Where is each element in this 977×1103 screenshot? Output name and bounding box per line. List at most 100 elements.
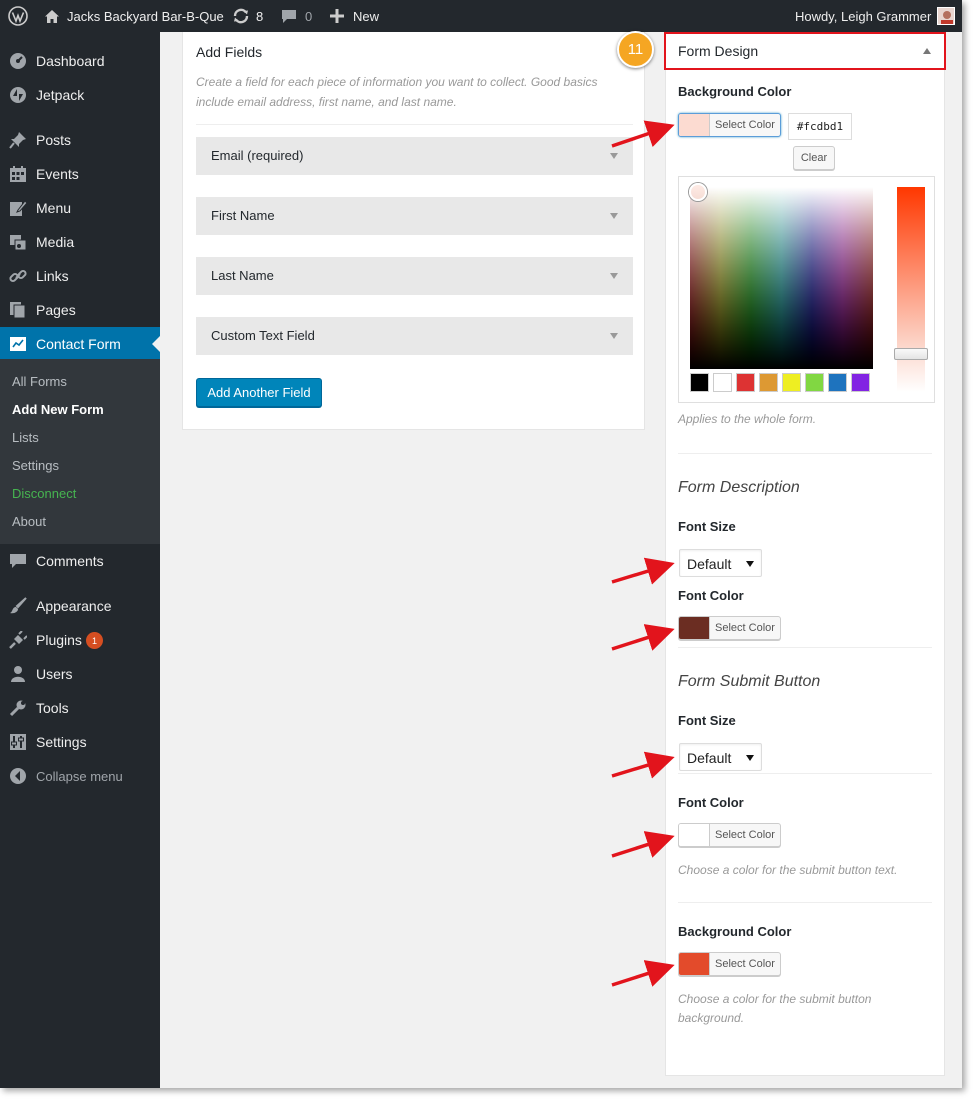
edit-icon [9,199,28,217]
caret-down-icon [610,333,618,339]
palette-swatch[interactable] [690,373,709,392]
jetpack-icon [9,86,27,104]
arrow-to-description-font-size [611,557,675,585]
submit-font-color-help: Choose a color for the submit button tex… [678,863,898,877]
sidebar-item-menu[interactable]: Menu [0,191,160,225]
settings-icon [9,733,27,751]
field-row-last-name[interactable]: Last Name [196,257,633,295]
description-font-color-button[interactable]: Select Color [678,616,781,640]
submit-font-color-button[interactable]: Select Color [678,823,781,847]
submit-font-color-swatch [679,824,710,846]
field-row-first-name[interactable]: First Name [196,197,633,235]
arrow-to-submit-font-color [611,831,675,858]
site-home-link[interactable]: Jacks Backyard Bar-B-Que [44,0,224,32]
divider [678,647,932,648]
submenu-lists[interactable]: Lists [12,430,39,445]
palette-swatch[interactable] [805,373,824,392]
palette-swatch[interactable] [828,373,847,392]
sidebar-item-users[interactable]: Users [0,657,160,691]
palette-swatch[interactable] [713,373,732,392]
sidebar-item-media[interactable]: Media [0,225,160,259]
form-description-heading: Form Description [678,479,800,496]
submit-background-color-help: Choose a color for the submit button bac… [678,992,872,1025]
sidebar-item-comments[interactable]: Comments [0,544,160,578]
background-color-label: Background Color [678,84,792,99]
description-font-size-label: Font Size [678,519,736,534]
description-font-color-swatch [679,617,710,639]
collapse-icon [9,767,27,785]
palette-swatch[interactable] [782,373,801,392]
color-picker [678,176,935,403]
field-row-custom-text[interactable]: Custom Text Field [196,317,633,355]
submit-background-color-button[interactable]: Select Color [678,952,781,976]
submenu-disconnect[interactable]: Disconnect [12,486,76,501]
sidebar-item-contact-form[interactable]: Contact Form [0,327,160,361]
palette-swatch[interactable] [736,373,755,392]
new-content-link[interactable]: New [330,0,379,32]
collapse-section-toggle[interactable] [923,48,931,54]
submit-background-color-swatch [679,953,710,975]
avatar [937,7,956,25]
my-account-link[interactable]: Howdy, Leigh Grammer [795,0,956,32]
sidebar-item-dashboard[interactable]: Dashboard [0,44,160,78]
pages-icon [9,301,27,319]
brush-icon [9,597,27,615]
link-icon [9,267,27,285]
sidebar-item-events[interactable]: Events [0,157,160,191]
sidebar-item-settings[interactable]: Settings [0,725,160,759]
collapse-menu-button[interactable]: Collapse menu [0,759,160,793]
sidebar-item-pages[interactable]: Pages [0,293,160,327]
divider [678,453,932,454]
contact-form-icon [9,335,27,353]
color-lightness-slider[interactable] [894,187,928,392]
admin-sidebar: Dashboard Jetpack Posts Events Menu Medi… [0,32,160,1088]
description-font-color-label: Font Color [678,588,744,603]
submenu-settings[interactable]: Settings [12,458,59,473]
arrow-to-submit-font-size [611,751,675,779]
description-font-size-select[interactable]: Default [679,549,762,577]
palette-swatch[interactable] [851,373,870,392]
plugins-update-badge: 1 [86,632,103,649]
background-color-hex-input[interactable]: #fcdbd1 [788,113,852,140]
color-picker-handle[interactable] [689,183,707,201]
submenu-all-forms[interactable]: All Forms [12,374,67,389]
color-palette [690,373,870,392]
comments-link[interactable]: 0 [281,0,312,32]
home-icon [44,9,60,24]
sidebar-item-links[interactable]: Links [0,259,160,293]
screenshot-frame: Jacks Backyard Bar-B-Que 8 0 New Howdy, … [0,0,962,1088]
updates-icon [232,8,250,24]
submit-font-color-label: Font Color [678,795,744,810]
dropdown-arrow-icon [746,561,754,567]
sidebar-item-plugins[interactable]: Plugins 1 [0,623,160,657]
sidebar-item-jetpack[interactable]: Jetpack [0,78,160,112]
background-color-picker-button[interactable]: Select Color [678,113,781,137]
plus-icon [330,9,344,23]
arrow-to-submit-background-color [611,960,675,987]
site-name: Jacks Backyard Bar-B-Que [67,8,224,24]
background-color-swatch [679,114,710,136]
wordpress-logo-icon[interactable] [8,0,28,32]
plugin-icon [9,630,28,649]
caret-down-icon [610,153,618,159]
new-label: New [353,8,380,24]
calendar-icon [9,165,27,183]
divider [196,124,633,125]
sidebar-item-tools[interactable]: Tools [0,691,160,725]
updates-link[interactable]: 8 [232,0,263,32]
submenu-add-new-form[interactable]: Add New Form [12,402,104,417]
background-color-clear-button[interactable]: Clear [793,146,835,170]
color-saturation-area[interactable] [689,183,873,369]
arrow-to-description-font-color [611,624,675,651]
background-color-help: Applies to the whole form. [678,412,817,426]
add-another-field-button[interactable]: Add Another Field [196,378,322,407]
slider-handle[interactable] [894,348,928,360]
field-row-email[interactable]: Email (required) [196,137,633,175]
add-fields-description: Create a field for each piece of informa… [196,75,598,109]
sidebar-item-appearance[interactable]: Appearance [0,589,160,623]
submit-font-size-select[interactable]: Default [679,743,762,771]
submenu-about[interactable]: About [12,514,46,529]
palette-swatch[interactable] [759,373,778,392]
sidebar-item-posts[interactable]: Posts [0,123,160,157]
dashboard-icon [9,52,27,70]
